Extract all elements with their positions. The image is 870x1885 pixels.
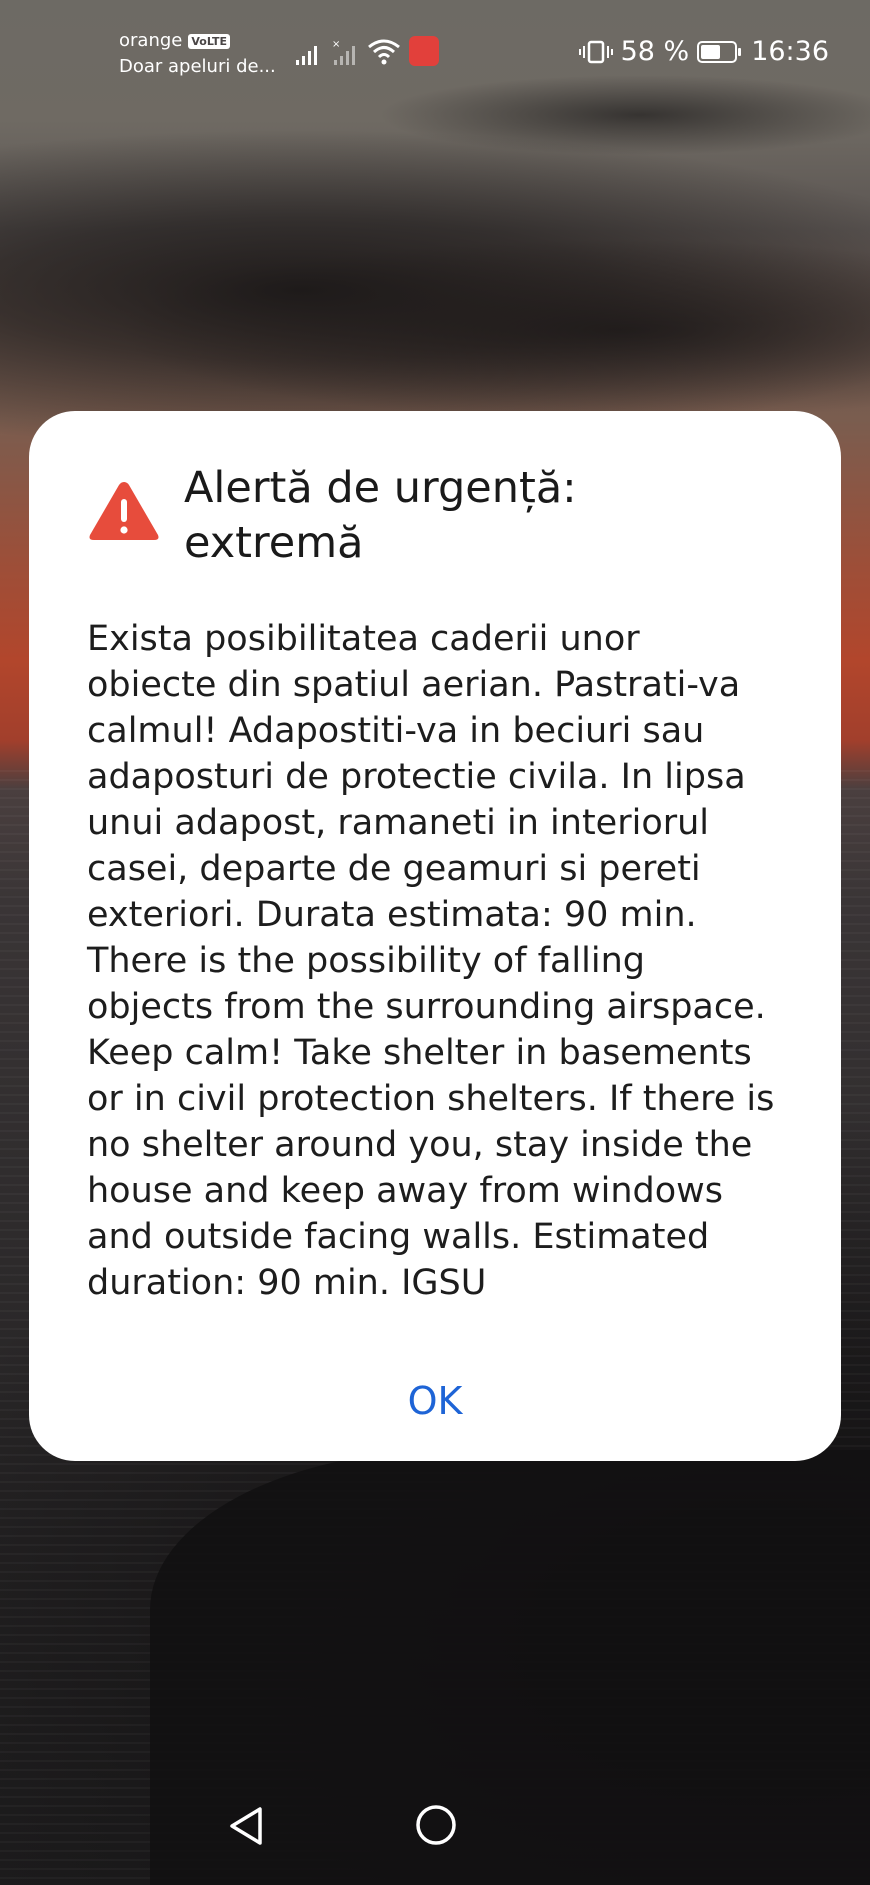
home-icon[interactable] <box>414 1803 458 1847</box>
carrier-name: orange <box>119 30 183 51</box>
signal-icon <box>296 46 317 65</box>
navigation-bar <box>0 1790 870 1885</box>
battery-icon <box>697 40 742 63</box>
emergency-alert-dialog: Alertă de urgență: extremă Exista posibi… <box>29 411 841 1461</box>
app-store-icon <box>409 36 439 66</box>
alert-header: Alertă de urgență: extremă <box>88 461 788 571</box>
wifi-icon <box>368 39 400 65</box>
carrier-info: orange VoLTE Doar apeluri de... <box>119 30 276 78</box>
clock: 16:36 <box>751 36 829 67</box>
alert-title: Alertă de urgență: extremă <box>184 463 577 568</box>
warning-triangle-icon <box>89 482 159 540</box>
alert-message: Exista posibilitatea caderii unor obiect… <box>87 619 775 1303</box>
lock-screen: orange VoLTE Doar apeluri de... × 58 % 1… <box>0 0 870 1885</box>
signal-no-service-icon: × <box>332 39 355 65</box>
battery-percent: 58 % <box>620 36 690 67</box>
status-right: 58 % 16:36 <box>578 36 829 67</box>
status-bar: orange VoLTE Doar apeluri de... × 58 % 1… <box>0 0 870 95</box>
carrier-status: Doar apeluri de... <box>119 56 276 77</box>
ok-button[interactable]: OK <box>360 1366 510 1436</box>
volte-badge: VoLTE <box>188 33 231 49</box>
vibrate-icon <box>578 40 613 63</box>
network-icons: × <box>295 36 439 66</box>
back-icon[interactable] <box>226 1804 270 1848</box>
battery-level <box>701 44 720 59</box>
svg-text:×: × <box>332 39 340 50</box>
